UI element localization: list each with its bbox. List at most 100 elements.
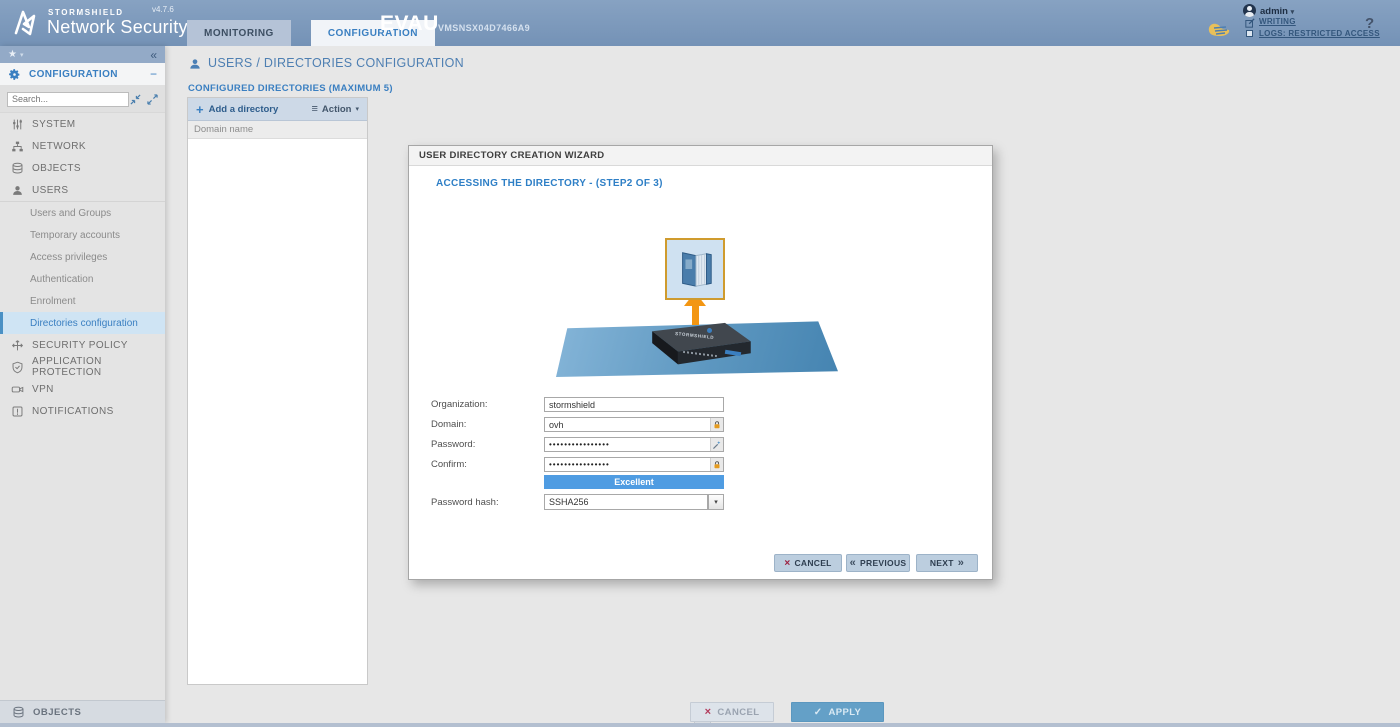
sidebar-item-users[interactable]: USERS [0, 179, 165, 201]
sidebar-item-system[interactable]: SYSTEM [0, 113, 165, 135]
appliance-logo-dot [707, 328, 712, 333]
domain-input[interactable] [544, 417, 724, 432]
sidebar-item-security-policy[interactable]: SECURITY POLICY [0, 334, 165, 356]
password-hash-select[interactable] [544, 494, 708, 510]
page-title: USERS / DIRECTORIES CONFIGURATION [208, 56, 464, 70]
tab-monitoring[interactable]: MONITORING [187, 20, 291, 46]
firewall-name: EVAU [380, 12, 439, 36]
directories-toolbar: + Add a directory ≡ Action ▾ [188, 98, 367, 121]
sidebar-item-directories-configuration[interactable]: Directories configuration [0, 312, 165, 334]
global-cancel-button[interactable]: × CANCEL [690, 702, 774, 722]
domain-label: Domain: [431, 419, 539, 430]
password-input[interactable] [544, 437, 724, 452]
brand-product: Network Security [47, 17, 188, 38]
password-strength-bar: Excellent [544, 475, 724, 489]
collapse-all-icon[interactable] [130, 94, 141, 105]
lock-icon[interactable] [710, 418, 723, 431]
sidebar-item-label: NETWORK [32, 141, 86, 152]
plus-icon: + [196, 102, 204, 117]
menu-icon: ≡ [312, 103, 318, 115]
wizard-step-title: ACCESSING THE DIRECTORY - (STEP2 OF 3) [436, 178, 663, 189]
add-directory-button[interactable]: Add a directory [209, 104, 279, 115]
firewall-appliance-illustration: STORMSHIELD [641, 322, 753, 368]
sidebar-item-notifications[interactable]: NOTIFICATIONS [0, 400, 165, 422]
action-menu-button[interactable]: ≡ Action ▾ [312, 103, 360, 115]
username: admin [1260, 6, 1288, 17]
sidebar-subitem-label: Enrolment [30, 296, 76, 307]
sidebar-item-authentication[interactable]: Authentication [0, 268, 165, 290]
caret-down-icon: ▾ [355, 105, 359, 113]
confirm-password-input[interactable] [544, 457, 724, 472]
wizard-cancel-label: CANCEL [794, 558, 831, 568]
password-field-wrap [544, 437, 724, 452]
user-avatar[interactable] [1243, 4, 1256, 17]
user-caret-icon: ▾ [1291, 9, 1295, 16]
confirm-label: Confirm: [431, 459, 539, 470]
sidebar-collapse-icon[interactable]: « [150, 48, 157, 62]
sidebar-item-enrolment[interactable]: Enrolment [0, 290, 165, 312]
configuration-collapse-icon[interactable]: − [150, 67, 157, 81]
shield-icon [10, 360, 24, 374]
favorites-star-icon[interactable]: ★ [8, 49, 17, 60]
generate-password-wand-icon[interactable] [710, 438, 723, 451]
password-hash-label: Password hash: [431, 497, 539, 508]
top-bar: STORMSHIELD Network Security v4.7.6 MONI… [0, 0, 1400, 46]
sidebar-bottom-objects[interactable]: OBJECTS [0, 700, 165, 723]
sidebar-subitem-label: Directories configuration [30, 318, 138, 329]
support-hand-icon[interactable] [1206, 17, 1232, 39]
firewall-serial: VMSNSX04D7466A9 [438, 23, 530, 33]
wizard-cancel-button[interactable]: × CANCEL [774, 554, 842, 572]
sidebar-bottom-objects-label: OBJECTS [33, 707, 81, 718]
sidebar-item-users-and-groups[interactable]: Users and Groups [0, 202, 165, 224]
wizard-title: USER DIRECTORY CREATION WIZARD [419, 150, 604, 161]
sidebar-item-access-privileges[interactable]: Access privileges [0, 246, 165, 268]
stormshield-logo-icon [10, 7, 42, 39]
password-label: Password: [431, 439, 539, 450]
alert-square-icon [10, 404, 24, 418]
logs-restricted-access-link[interactable]: LOGS: RESTRICTED ACCESS [1259, 29, 1380, 38]
sidebar-configuration-header[interactable]: CONFIGURATION − [0, 63, 165, 86]
domain-field-wrap [544, 417, 724, 432]
directories-panel: + Add a directory ≡ Action ▾ Domain name [187, 97, 368, 685]
wizard-previous-button[interactable]: « PREVIOUS [846, 554, 910, 572]
sidebar-item-application-protection[interactable]: APPLICATION PROTECTION [0, 356, 165, 378]
writing-mode-link[interactable]: WRITING [1259, 17, 1296, 26]
dropdown-caret-icon[interactable]: ▾ [708, 494, 724, 510]
sidebar-item-label: VPN [32, 384, 54, 395]
user-directory-creation-wizard: USER DIRECTORY CREATION WIZARD ACCESSING… [408, 145, 993, 580]
lock-icon[interactable] [710, 458, 723, 471]
wizard-next-label: NEXT [930, 558, 954, 568]
password-hash-field-wrap: ▾ [544, 494, 724, 510]
sidebar-item-label: SYSTEM [32, 119, 76, 130]
search-input[interactable] [7, 92, 129, 107]
sidebar-item-objects[interactable]: OBJECTS [0, 157, 165, 179]
gear-icon [8, 68, 21, 81]
sidebar-subitem-label: Users and Groups [30, 208, 111, 219]
vpn-tunnel-icon [10, 382, 24, 396]
wizard-next-button[interactable]: NEXT » [916, 554, 978, 572]
person-icon [10, 183, 24, 197]
chevrons-right-icon: » [958, 557, 964, 569]
wizard-title-bar[interactable]: USER DIRECTORY CREATION WIZARD [409, 146, 992, 166]
expand-all-icon[interactable] [147, 94, 158, 105]
sidebar-configuration-label: CONFIGURATION [29, 69, 118, 80]
help-icon[interactable]: ? [1365, 15, 1374, 32]
sidebar-item-vpn[interactable]: VPN [0, 378, 165, 400]
database-icon [12, 706, 25, 719]
global-apply-button[interactable]: ✓ APPLY [791, 702, 884, 722]
sliders-icon [10, 117, 24, 131]
sidebar-item-network[interactable]: NETWORK [0, 135, 165, 157]
user-menu[interactable]: admin ▾ [1260, 6, 1294, 17]
database-icon [10, 161, 24, 175]
sidebar-item-label: SECURITY POLICY [32, 340, 128, 351]
sidebar-item-label: APPLICATION PROTECTION [32, 356, 155, 378]
logs-checkbox[interactable] [1246, 30, 1253, 37]
brand-name: STORMSHIELD [48, 8, 124, 17]
organization-input[interactable] [544, 397, 724, 412]
sidebar-subitem-label: Temporary accounts [30, 230, 120, 241]
global-cancel-label: CANCEL [717, 707, 759, 718]
book-icon [674, 245, 716, 293]
sidebar-item-temporary-accounts[interactable]: Temporary accounts [0, 224, 165, 246]
sidebar-subitem-label: Access privileges [30, 252, 107, 263]
favorites-caret-icon[interactable]: ▾ [20, 51, 24, 59]
